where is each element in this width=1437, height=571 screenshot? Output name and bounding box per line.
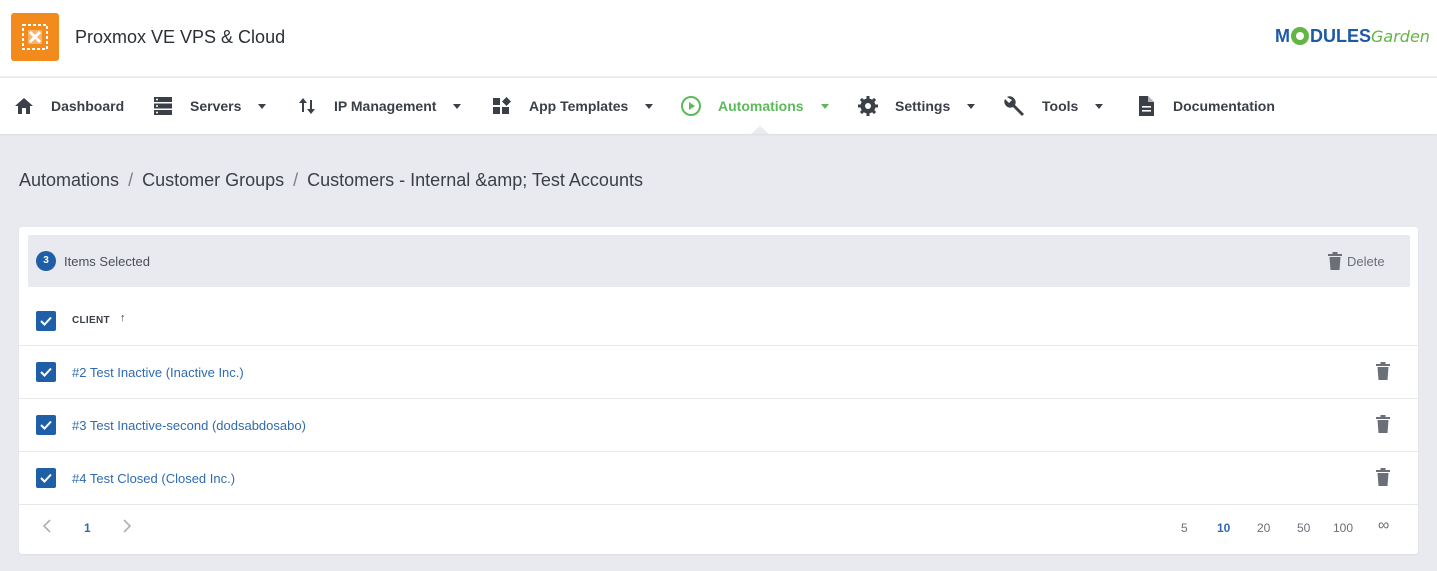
page-size-5[interactable]: 5 [1181,521,1188,535]
trash-icon [1328,252,1342,270]
row-divider [19,451,1418,452]
active-nav-pointer [751,126,769,134]
row-checkbox[interactable] [36,468,56,488]
row-delete-button[interactable] [1376,415,1392,435]
selection-bar: 3 Items Selected Delete [28,235,1410,287]
row-checkbox[interactable] [36,362,56,382]
check-icon [40,420,52,430]
breadcrumb-current: Customers - Internal &amp; Test Accounts [307,170,643,190]
top-header: Proxmox VE VPS & Cloud M DULESGarden [0,0,1437,77]
play-circle-icon [680,95,702,117]
wrench-icon [1004,95,1026,117]
nav-label-settings: Settings [895,98,951,114]
sort-ascending-icon[interactable]: ↑ [120,312,126,324]
chevron-down-icon [820,103,829,109]
chevron-down-icon [1095,103,1104,109]
modulesgarden-logo[interactable]: M DULESGarden [1275,26,1430,47]
selected-count-badge: 3 [36,251,56,271]
row-divider [19,345,1418,346]
nav-item-documentation[interactable]: Documentation [1135,78,1275,134]
breadcrumb-separator: / [128,170,134,190]
chevron-down-icon [967,103,976,109]
brand-suffix: Garden [1371,27,1430,46]
trash-icon [1376,415,1390,433]
app-title: Proxmox VE VPS & Cloud [75,27,286,47]
check-icon [40,316,52,326]
page-number-current[interactable]: 1 [84,521,91,535]
breadcrumb: Automations / Customer Groups / Customers - … [19,170,643,191]
nav-item-app-templates[interactable]: App Templates [491,78,654,134]
nav-label-dashboard: Dashboard [51,98,125,114]
chevron-down-icon [453,103,462,109]
page-size-all[interactable]: ∞ [1378,517,1389,535]
breadcrumb-separator: / [293,170,299,190]
page-size-10[interactable]: 10 [1217,521,1230,535]
brand-mid: DULES [1310,26,1372,46]
row-checkbox[interactable] [36,415,56,435]
brand-o-icon [1291,27,1309,45]
chevron-down-icon [645,103,654,109]
select-all-checkbox[interactable] [36,311,56,331]
customers-table-card: 3 Items Selected Delete CLIENT ↑ #2 Test… [19,227,1418,554]
nav-item-servers[interactable]: Servers [152,78,267,134]
main-navigation: Dashboard Servers IP Management App Temp [0,78,1437,134]
nav-item-ip-management[interactable]: IP Management [296,78,462,134]
row-delete-button[interactable] [1376,468,1392,488]
nav-item-dashboard[interactable]: Dashboard [13,78,124,134]
chevron-down-icon [258,103,267,109]
row-divider [19,398,1418,399]
client-link[interactable]: #3 Test Inactive-second (dodsabdosabo) [72,418,306,433]
trash-icon [1376,362,1390,380]
nav-label-documentation: Documentation [1173,98,1275,114]
nav-item-tools[interactable]: Tools [1004,78,1104,134]
breadcrumb-automations[interactable]: Automations [19,170,119,190]
nav-item-settings[interactable]: Settings [857,78,976,134]
column-header-client[interactable]: CLIENT [72,315,110,326]
trash-icon [1376,468,1390,486]
client-link[interactable]: #4 Test Closed (Closed Inc.) [72,471,235,486]
servers-icon [152,95,174,117]
selected-label: Items Selected [64,254,150,269]
mass-delete-button[interactable]: Delete [1328,249,1385,273]
nav-label-servers: Servers [190,98,242,114]
check-icon [40,367,52,377]
nav-label-ip-management: IP Management [334,98,437,114]
sort-arrows-icon [296,95,318,117]
row-delete-button[interactable] [1376,362,1392,382]
nav-label-app-templates: App Templates [529,98,629,114]
check-icon [40,473,52,483]
client-link[interactable]: #2 Test Inactive (Inactive Inc.) [72,365,244,380]
nav-label-automations: Automations [718,98,804,114]
document-icon [1135,95,1157,117]
nav-label-tools: Tools [1042,98,1079,114]
next-page-icon[interactable] [122,519,132,538]
gear-icon [857,95,879,117]
breadcrumb-customer-groups[interactable]: Customer Groups [142,170,284,190]
page-size-20[interactable]: 20 [1257,521,1270,535]
page-size-100[interactable]: 100 [1333,521,1353,535]
home-icon [13,95,35,117]
widgets-icon [491,95,513,117]
prev-page-icon[interactable] [42,519,52,538]
app-logo-icon[interactable] [11,13,59,61]
brand-prefix: M [1275,26,1290,46]
delete-label: Delete [1347,253,1385,269]
page-size-50[interactable]: 50 [1297,521,1310,535]
row-divider [19,504,1418,505]
